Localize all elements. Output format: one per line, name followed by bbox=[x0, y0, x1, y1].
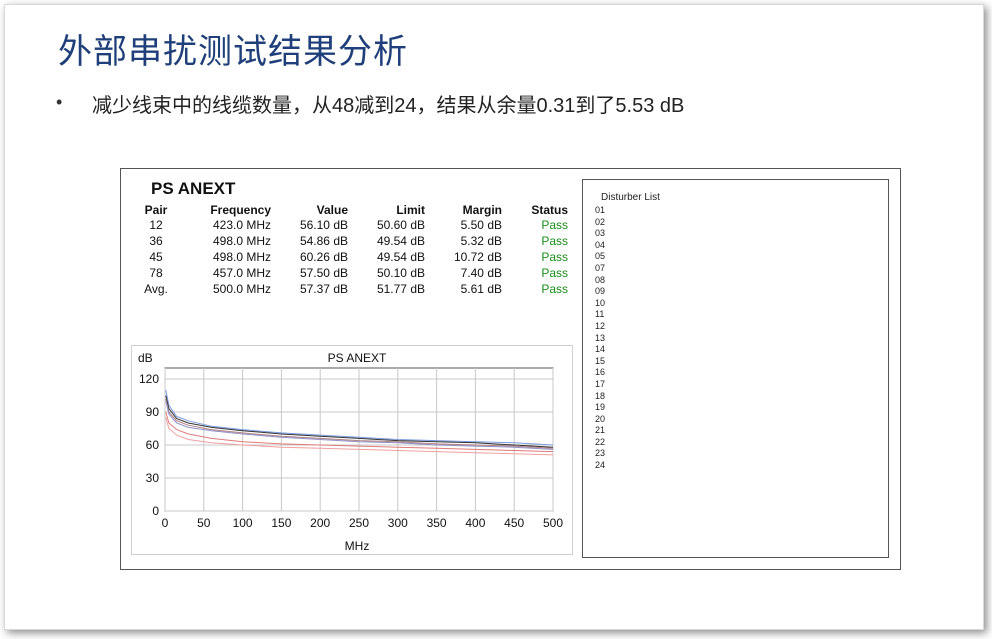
col-header: Pair bbox=[144, 202, 168, 217]
slide-title: 外部串扰测试结果分析 bbox=[58, 32, 408, 72]
x-tick-label: 200 bbox=[310, 516, 330, 530]
disturber-item: 20 bbox=[595, 413, 606, 424]
col-header: Frequency bbox=[210, 202, 271, 217]
cell-value: 57.37 dB bbox=[299, 282, 348, 296]
table-row: 36 498.0 MHz 54.86 dB 49.54 dB 5.32 dB P… bbox=[131, 233, 568, 249]
x-tick-label: 500 bbox=[543, 516, 563, 530]
results-table: Pair Frequency Value Limit Margin Status… bbox=[131, 202, 568, 297]
x-tick-label: 50 bbox=[197, 516, 211, 530]
cell-frequency: 500.0 MHz bbox=[212, 282, 271, 296]
cell-frequency: 457.0 MHz bbox=[212, 266, 271, 280]
cell-frequency: 498.0 MHz bbox=[212, 250, 271, 264]
cell-margin: 5.50 dB bbox=[460, 218, 502, 232]
disturber-item: 18 bbox=[595, 390, 606, 401]
table-row: 45 498.0 MHz 60.26 dB 49.54 dB 10.72 dB … bbox=[131, 249, 568, 265]
chart-ylabel: dB bbox=[138, 351, 153, 365]
results-header-row: Pair Frequency Value Limit Margin Status bbox=[131, 202, 568, 217]
x-tick-label: 300 bbox=[388, 516, 408, 530]
cell-pair: 36 bbox=[149, 234, 163, 248]
disturber-item: 12 bbox=[595, 320, 606, 331]
x-tick-label: 400 bbox=[465, 516, 485, 530]
cell-value: 56.10 dB bbox=[299, 218, 348, 232]
chart-title: PS ANEXT bbox=[328, 351, 387, 365]
cell-pair: 45 bbox=[149, 250, 163, 264]
disturber-item: 04 bbox=[595, 239, 606, 250]
y-tick-label: 120 bbox=[139, 372, 159, 386]
cell-pair: Avg. bbox=[144, 282, 168, 296]
cell-status: Pass bbox=[541, 250, 568, 264]
chart-svg: 0 50 100 150 200 250 300 350 400 450 500 0 30 60 90 120… bbox=[138, 351, 563, 553]
cell-limit: 51.77 dB bbox=[376, 282, 425, 296]
disturber-item: 10 bbox=[595, 297, 606, 308]
test-report-panel: PS ANEXT Pair Frequency Value Limit Marg… bbox=[120, 168, 901, 570]
cell-value: 60.26 dB bbox=[299, 250, 348, 264]
x-tick-label: 250 bbox=[349, 516, 369, 530]
x-tick-label: 350 bbox=[427, 516, 447, 530]
cell-limit: 50.10 dB bbox=[376, 266, 425, 280]
table-row: 78 457.0 MHz 57.50 dB 50.10 dB 7.40 dB P… bbox=[131, 265, 568, 281]
disturber-list-panel: Disturber List 01 02 03 04 05 07 08 09 10 11 12 13 1… bbox=[582, 179, 889, 558]
cell-value: 54.86 dB bbox=[299, 234, 348, 248]
table-row: 12 423.0 MHz 56.10 dB 50.60 dB 5.50 dB P… bbox=[131, 217, 568, 233]
cell-status: Pass bbox=[541, 218, 568, 232]
disturber-item: 09 bbox=[595, 286, 606, 297]
disturber-item: 03 bbox=[595, 228, 606, 239]
cell-limit: 50.60 dB bbox=[376, 218, 425, 232]
cell-status: Pass bbox=[541, 266, 568, 280]
ps-anext-chart: 0 50 100 150 200 250 300 350 400 450 500 0 30 60 90 120… bbox=[131, 345, 573, 555]
y-tick-label: 30 bbox=[146, 471, 160, 485]
disturber-item: 22 bbox=[595, 436, 606, 447]
cell-frequency: 423.0 MHz bbox=[212, 218, 271, 232]
cell-limit: 49.54 dB bbox=[376, 234, 425, 248]
cell-margin: 5.61 dB bbox=[460, 282, 502, 296]
disturber-item: 21 bbox=[595, 425, 606, 436]
disturber-item: 01 bbox=[595, 205, 606, 215]
x-tick-label: 450 bbox=[504, 516, 524, 530]
col-header: Margin bbox=[462, 202, 502, 217]
disturber-item: 14 bbox=[595, 344, 606, 355]
x-tick-label: 100 bbox=[233, 516, 253, 530]
bullet-dot: • bbox=[56, 92, 63, 112]
col-header: Status bbox=[531, 202, 568, 217]
y-tick-label: 60 bbox=[146, 438, 160, 452]
cell-pair: 78 bbox=[149, 266, 163, 280]
cell-pair: 12 bbox=[149, 218, 163, 232]
col-header: Value bbox=[316, 202, 348, 217]
disturber-item: 02 bbox=[595, 216, 606, 227]
y-tick-label: 0 bbox=[152, 504, 159, 518]
disturber-list-title: Disturber List bbox=[601, 192, 660, 203]
disturber-item: 13 bbox=[595, 332, 606, 343]
disturber-item: 24 bbox=[595, 460, 606, 471]
disturber-item: 05 bbox=[595, 251, 606, 262]
disturber-item: 11 bbox=[595, 309, 605, 320]
cell-limit: 49.54 dB bbox=[376, 250, 425, 264]
disturber-item: 07 bbox=[595, 262, 606, 273]
cell-margin: 10.72 dB bbox=[453, 250, 502, 264]
disturber-item: 08 bbox=[595, 274, 606, 285]
cell-margin: 7.40 dB bbox=[460, 266, 502, 280]
chart-xlabel: MHz bbox=[345, 539, 370, 553]
cell-status: Pass bbox=[541, 234, 568, 248]
y-tick-label: 90 bbox=[146, 405, 160, 419]
cell-frequency: 498.0 MHz bbox=[212, 234, 271, 248]
report-title: PS ANEXT bbox=[151, 179, 236, 198]
table-row: Avg. 500.0 MHz 57.37 dB 51.77 dB 5.61 dB… bbox=[131, 281, 568, 297]
disturber-item: 17 bbox=[595, 378, 606, 389]
disturber-item: 23 bbox=[595, 448, 606, 459]
x-tick-label: 150 bbox=[271, 516, 291, 530]
disturber-item: 15 bbox=[595, 355, 606, 366]
disturber-item: 16 bbox=[595, 367, 606, 378]
col-header: Limit bbox=[396, 202, 425, 217]
x-tick-label: 0 bbox=[162, 516, 169, 530]
cell-status: Pass bbox=[541, 282, 568, 296]
disturber-list: 01 02 03 04 05 07 08 09 10 11 12 13 14 15 16 17 18 19 20 21… bbox=[595, 205, 605, 472]
cell-value: 57.50 dB bbox=[299, 266, 348, 280]
bullet-text: 减少线束中的线缆数量，从48减到24，结果从余量0.31到了5.53 dB bbox=[92, 95, 685, 117]
cell-margin: 5.32 dB bbox=[460, 234, 502, 248]
disturber-item: 19 bbox=[595, 402, 606, 413]
